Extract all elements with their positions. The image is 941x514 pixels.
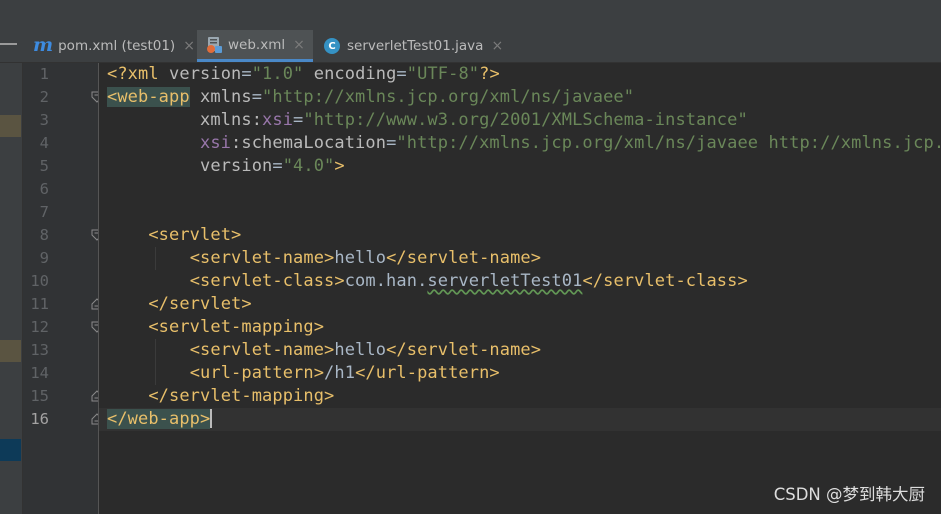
- code-line-4: xsi:schemaLocation="http://xmlns.jcp.org…: [200, 133, 941, 153]
- close-icon[interactable]: ×: [183, 38, 195, 54]
- java-class-icon: C: [324, 38, 340, 54]
- xml-file-icon: [206, 36, 222, 54]
- code-line-13: <servlet-name>hello</servlet-name>: [189, 340, 542, 360]
- code-line-9: <servlet-name>hello</servlet-name>: [189, 248, 542, 268]
- tab-label: web.xml: [228, 36, 286, 53]
- line-number: 1: [39, 65, 49, 83]
- tool-strip-marker[interactable]: [0, 115, 21, 137]
- code-line-2: <web-app xmlns="http://xmlns.jcp.org/xml…: [107, 87, 635, 107]
- line-number: 11: [30, 295, 49, 313]
- spellcheck-warning: serverletTest01: [427, 271, 583, 291]
- code-editor[interactable]: <?xml version="1.0" encoding="UTF-8"?> <…: [99, 63, 941, 514]
- code-line-14: <url-pattern>/h1</url-pattern>: [189, 363, 500, 383]
- window-top-bar: [0, 0, 941, 31]
- code-line-16: </web-app>: [107, 408, 213, 431]
- maven-icon: m: [33, 34, 54, 56]
- matched-tag-highlight: <web-app: [107, 87, 190, 107]
- code-line-1: <?xml version="1.0" encoding="UTF-8"?>: [107, 64, 500, 84]
- close-icon[interactable]: ×: [293, 37, 305, 53]
- tool-strip-marker[interactable]: [0, 439, 21, 461]
- line-number: 4: [39, 134, 49, 152]
- close-icon[interactable]: ×: [491, 38, 503, 54]
- tab-label: serverletTest01.java: [347, 38, 484, 54]
- tab-label: pom.xml (test01): [58, 38, 176, 54]
- watermark: CSDN @梦到韩大厨: [773, 485, 925, 504]
- code-line-8: <servlet>: [148, 225, 242, 245]
- current-line-highlight: [99, 408, 941, 431]
- line-number: 8: [39, 226, 49, 244]
- tool-strip-marker[interactable]: [0, 340, 21, 362]
- tab-scroll-indicator[interactable]: [0, 43, 17, 45]
- code-line-10: <servlet-class>com.han.serverletTest01</…: [189, 271, 748, 291]
- code-line-12: <servlet-mapping>: [148, 317, 325, 337]
- code-line-11: </servlet>: [148, 294, 252, 314]
- line-number: 7: [39, 203, 49, 221]
- matched-tag-highlight: </web-app>: [107, 409, 211, 429]
- line-number-current: 16: [30, 410, 49, 428]
- line-number: 12: [30, 318, 49, 336]
- tab-pom-xml[interactable]: m pom.xml (test01) ×: [26, 30, 196, 62]
- code-line-5: version="4.0">: [200, 156, 345, 176]
- line-number: 3: [39, 111, 49, 129]
- editor-tab-bar: m pom.xml (test01) × web.xml × C serverl…: [0, 30, 941, 63]
- project-tool-strip: [0, 63, 23, 514]
- tab-serverlet-java[interactable]: C serverletTest01.java ×: [314, 30, 504, 62]
- line-number: 6: [39, 180, 49, 198]
- line-number: 5: [39, 157, 49, 175]
- line-number: 14: [30, 364, 49, 382]
- line-number: 2: [39, 88, 49, 106]
- code-line-3: xmlns:xsi="http://www.w3.org/2001/XMLSch…: [200, 110, 748, 130]
- tab-web-xml[interactable]: web.xml ×: [197, 30, 313, 62]
- code-line-15: </servlet-mapping>: [148, 386, 335, 406]
- line-number: 9: [39, 249, 49, 267]
- line-number: 10: [30, 272, 49, 290]
- line-number: 15: [30, 387, 49, 405]
- line-number-gutter[interactable]: 1 2 3 4 5 6 7 8 9 10 11 12 13 14 15 16: [23, 63, 103, 514]
- line-number: 13: [30, 341, 49, 359]
- text-caret: [210, 408, 213, 428]
